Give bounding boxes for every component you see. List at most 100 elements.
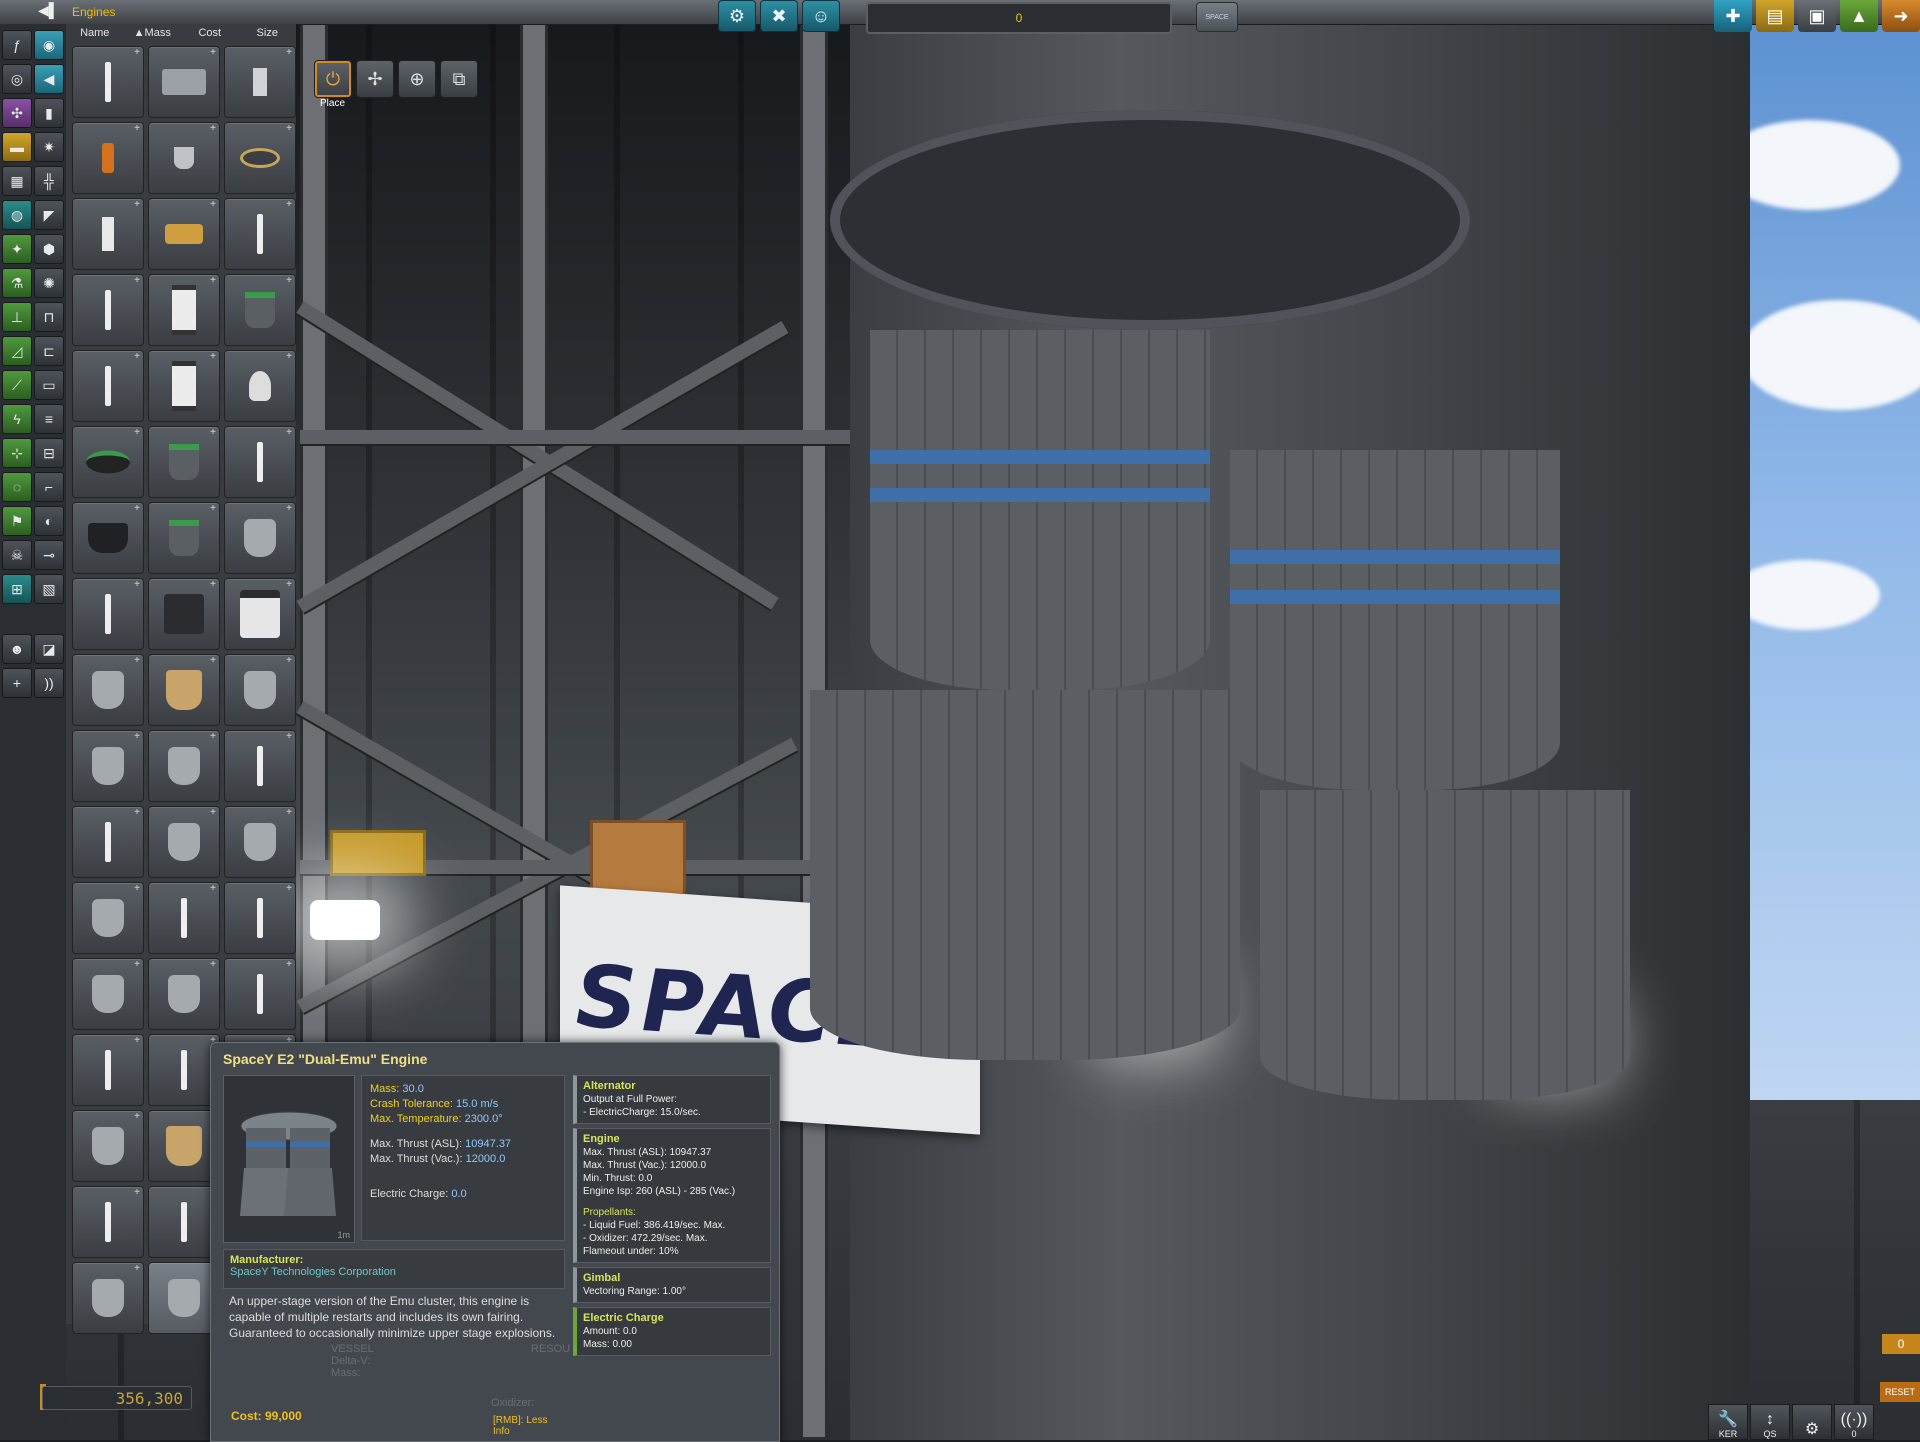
category-cargo-button[interactable]: ⊟ — [34, 438, 64, 468]
sort-cost-button[interactable]: Cost — [181, 24, 239, 42]
load-craft-button[interactable]: ▤ — [1756, 0, 1794, 32]
panel-collapse-icon[interactable]: ◀▌ — [38, 2, 62, 20]
part-tile[interactable]: + — [148, 502, 220, 574]
save-craft-button[interactable]: ▣ — [1798, 0, 1836, 32]
exit-button[interactable]: ➜ — [1882, 0, 1920, 32]
part-tile[interactable]: + — [224, 882, 296, 954]
part-tile[interactable]: + — [72, 806, 144, 878]
part-tile[interactable]: + — [72, 958, 144, 1030]
toolbar-antenna-button[interactable]: ((·)) 0 — [1834, 1404, 1874, 1440]
toolbar-arrows-button[interactable]: ↕ QS — [1750, 1404, 1790, 1440]
sort-size-button[interactable]: Size — [239, 24, 297, 42]
filter-resources-button[interactable]: ▬ — [2, 132, 32, 162]
part-tile[interactable]: + — [148, 122, 220, 194]
filter-manufacturer-button[interactable]: ▦ — [2, 166, 32, 196]
part-tile[interactable]: + — [72, 426, 144, 498]
part-tile[interactable]: + — [148, 578, 220, 650]
part-tile[interactable]: + — [72, 730, 144, 802]
part-tile[interactable]: + — [224, 654, 296, 726]
rotate-tool-button[interactable]: ⊕ — [398, 60, 436, 98]
part-tile[interactable]: + — [224, 502, 296, 574]
category-robotics-button[interactable]: ⌐ — [34, 472, 64, 502]
part-tile[interactable]: + — [72, 1110, 144, 1182]
category-lights-button[interactable]: ◐ — [34, 506, 64, 536]
filter-engines-button[interactable]: ◎ — [2, 64, 32, 94]
part-tile[interactable]: + — [148, 654, 220, 726]
vessel-name-field[interactable]: 0 — [866, 2, 1172, 34]
filter-ground-button[interactable]: ⊥ — [2, 302, 32, 332]
filter-squad-button[interactable]: ☠ — [2, 540, 32, 570]
part-tile[interactable]: + — [148, 46, 220, 118]
filter-electrical-button[interactable]: ϟ — [2, 404, 32, 434]
filter-pod-button[interactable]: ◉ — [34, 30, 64, 60]
part-tile[interactable]: + — [72, 654, 144, 726]
filter-subassembly-button[interactable]: ⊞ — [2, 574, 32, 604]
category-fuel-button[interactable]: ▮ — [34, 98, 64, 128]
filter-control-button[interactable]: ⊹ — [2, 438, 32, 468]
part-tile[interactable]: + — [148, 426, 220, 498]
part-tile[interactable]: + — [148, 730, 220, 802]
part-tile[interactable]: + — [148, 958, 220, 1030]
toolbar-wrench-button[interactable]: 🔧 KER — [1708, 1404, 1748, 1440]
part-tile[interactable]: + — [72, 274, 144, 346]
reset-button[interactable]: RESET — [1880, 1382, 1920, 1402]
part-tile[interactable]: + — [72, 1034, 144, 1106]
filter-lab-button[interactable]: ⚑ — [2, 506, 32, 536]
category-utility-button[interactable]: ⬢ — [34, 234, 64, 264]
category-science-button[interactable]: ✷ — [34, 132, 64, 162]
filter-wheel-button[interactable]: ◌ — [2, 472, 32, 502]
category-aero-button[interactable]: ◤ — [34, 200, 64, 230]
place-tool-button[interactable]: ⏻ — [314, 60, 352, 98]
action-groups-button[interactable]: ✖ — [760, 0, 798, 32]
category-communication-button[interactable]: ✺ — [34, 268, 64, 298]
category-ladder-button[interactable]: ▭ — [34, 370, 64, 400]
part-tile[interactable]: + — [148, 198, 220, 270]
category-payload-button[interactable]: ⊏ — [34, 336, 64, 366]
space-button[interactable]: SPACE — [1196, 2, 1238, 32]
filter-green-button[interactable]: ⚗ — [2, 268, 32, 298]
filter-tech-button[interactable]: ◍ — [2, 200, 32, 230]
part-tile[interactable]: + — [224, 578, 296, 650]
part-tile[interactable]: + — [224, 274, 296, 346]
category-thermal-button[interactable]: ≡ — [34, 404, 64, 434]
category-structural-button[interactable]: ╬ — [34, 166, 64, 196]
part-tile[interactable]: + — [148, 882, 220, 954]
new-craft-button[interactable]: ✚ — [1714, 0, 1752, 32]
category-coupling-button[interactable]: ⊓ — [34, 302, 64, 332]
filter-function-button[interactable]: ƒ — [2, 30, 32, 60]
sort-mass-button[interactable]: ▲Mass — [124, 24, 182, 42]
part-tile[interactable]: + — [72, 198, 144, 270]
filter-kerbal-button[interactable]: ☻ — [2, 634, 32, 664]
category-wifi-button[interactable]: )) — [34, 668, 64, 698]
toolbar-gear-button[interactable]: ⚙ — [1792, 1404, 1832, 1440]
parts-mode-button[interactable]: ⚙ — [718, 0, 756, 32]
part-tile[interactable]: + — [224, 426, 296, 498]
filter-structural-button[interactable]: ✣ — [2, 98, 32, 128]
dual-emu-engine-model[interactable] — [810, 70, 1630, 1100]
launch-button[interactable]: ▲ — [1840, 0, 1878, 32]
crew-button[interactable]: ☺ — [802, 0, 840, 32]
filter-payload-button[interactable]: ◿ — [2, 336, 32, 366]
part-tile[interactable]: + — [148, 350, 220, 422]
part-tile[interactable]: + — [72, 1262, 144, 1334]
part-tile[interactable]: + — [224, 46, 296, 118]
filter-aero-button[interactable]: ⟋ — [2, 370, 32, 400]
part-tile[interactable]: + — [72, 882, 144, 954]
sort-name-button[interactable]: Name — [66, 24, 124, 42]
part-tile[interactable]: + — [72, 578, 144, 650]
part-tile[interactable]: + — [72, 1186, 144, 1258]
category-solar-button[interactable]: ▧ — [34, 574, 64, 604]
part-tile[interactable]: + — [224, 730, 296, 802]
part-tile[interactable]: + — [72, 122, 144, 194]
part-tile[interactable]: + — [224, 350, 296, 422]
offset-tool-button[interactable]: ✢ — [356, 60, 394, 98]
part-tile[interactable]: + — [224, 806, 296, 878]
reroot-tool-button[interactable]: ⧉ — [440, 60, 478, 98]
filter-module-button[interactable]: ✦ — [2, 234, 32, 264]
category-misc-button[interactable]: ◪ — [34, 634, 64, 664]
add-filter-button[interactable]: + — [2, 668, 32, 698]
category-science2-button[interactable]: ⊸ — [34, 540, 64, 570]
part-tile[interactable]: + — [224, 122, 296, 194]
part-tile[interactable]: + — [224, 198, 296, 270]
category-engines-button[interactable]: ◀ — [34, 64, 64, 94]
